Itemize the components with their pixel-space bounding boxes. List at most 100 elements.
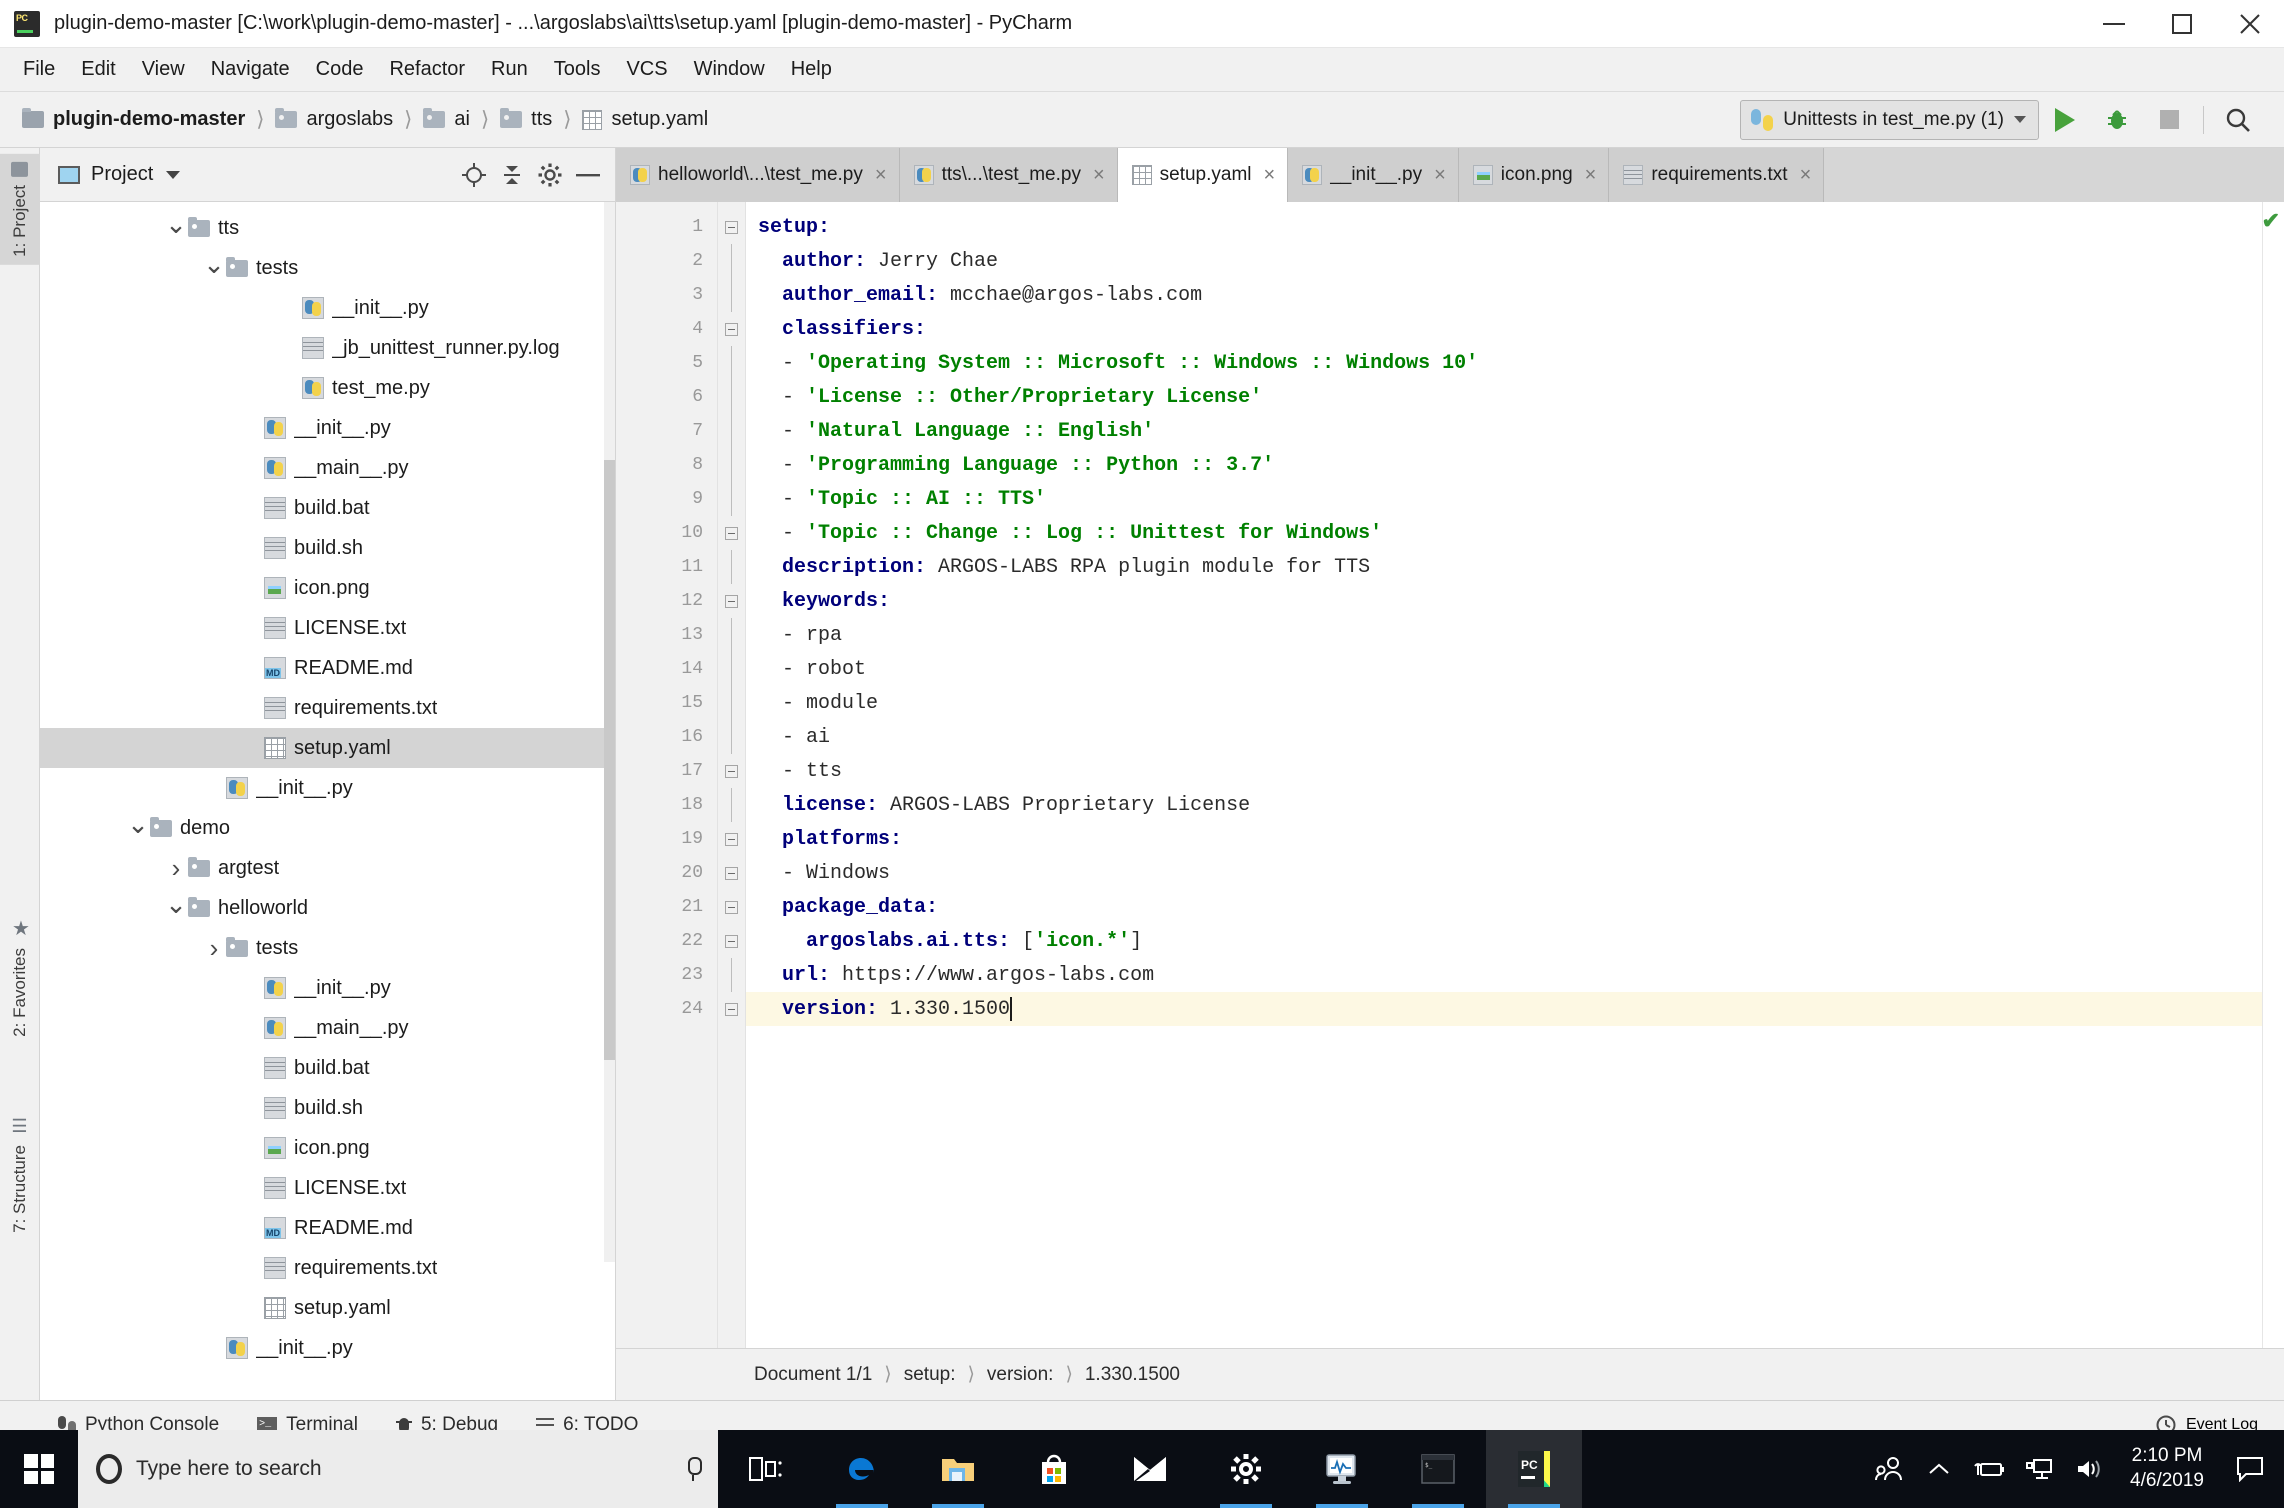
editor-tab[interactable]: requirements.txt × [1609, 148, 1825, 202]
close-button[interactable] [2216, 0, 2284, 47]
tree-item[interactable]: __init__.py [40, 968, 615, 1008]
code-line[interactable]: keywords: [746, 584, 2262, 618]
project-scrollbar-track[interactable] [604, 202, 615, 1262]
tree-item[interactable]: requirements.txt [40, 1248, 615, 1288]
settings-button[interactable] [533, 158, 567, 192]
project-scrollbar-thumb[interactable] [604, 460, 615, 1060]
chevron-down-icon[interactable]: ⌄ [126, 811, 150, 837]
menu-refactor[interactable]: Refactor [376, 54, 478, 85]
tree-item[interactable]: LICENSE.txt [40, 1168, 615, 1208]
tree-item[interactable]: test_me.py [40, 368, 615, 408]
code-line[interactable]: - 'Topic :: Change :: Log :: Unittest fo… [746, 516, 2262, 550]
tree-item[interactable]: ⌄ helloworld [40, 888, 615, 928]
doc-breadcrumb-setup[interactable]: setup: [904, 1364, 956, 1386]
tree-item[interactable]: build.sh [40, 1088, 615, 1128]
tree-item[interactable]: setup.yaml [40, 1288, 615, 1328]
microphone-icon[interactable] [686, 1457, 702, 1481]
sidebar-item-structure[interactable]: 7: Structure ☰ [0, 1108, 40, 1241]
fold-start-icon[interactable] [718, 890, 745, 924]
menu-file[interactable]: File [10, 54, 68, 85]
tree-item[interactable]: README.md [40, 648, 615, 688]
chevron-right-icon[interactable]: › [202, 933, 226, 964]
tree-item[interactable]: › tests [40, 928, 615, 968]
menu-vcs[interactable]: VCS [613, 54, 680, 85]
fold-end-icon[interactable] [718, 754, 745, 788]
fold-end-icon[interactable] [718, 516, 745, 550]
code-line[interactable]: author: Jerry Chae [746, 244, 2262, 278]
code-line[interactable]: - 'Programming Language :: Python :: 3.7… [746, 448, 2262, 482]
doc-breadcrumb-version-key[interactable]: version: [987, 1364, 1054, 1386]
close-icon[interactable]: × [1585, 164, 1597, 187]
taskbar-clock[interactable]: 2:10 PM 4/6/2019 [2116, 1444, 2218, 1493]
tree-item[interactable]: __main__.py [40, 1008, 615, 1048]
code-line[interactable]: - 'Operating System :: Microsoft :: Wind… [746, 346, 2262, 380]
code-line[interactable]: license: ARGOS-LABS Proprietary License [746, 788, 2262, 822]
code-line[interactable]: - module [746, 686, 2262, 720]
chevron-down-icon[interactable]: ⌄ [164, 211, 188, 237]
chevron-down-icon[interactable]: ⌄ [164, 891, 188, 917]
menu-navigate[interactable]: Navigate [198, 54, 303, 85]
chevron-down-icon[interactable]: ⌄ [202, 251, 226, 277]
tree-item[interactable]: __init__.py [40, 408, 615, 448]
pycharm-icon[interactable]: PC [1486, 1430, 1582, 1508]
tree-item[interactable]: ⌄ demo [40, 808, 615, 848]
code-line[interactable]: - robot [746, 652, 2262, 686]
close-icon[interactable]: × [875, 164, 887, 187]
file-explorer-icon[interactable] [910, 1430, 1006, 1508]
run-button[interactable] [2039, 100, 2091, 140]
tree-item[interactable]: setup.yaml [40, 728, 615, 768]
battery-charging-icon[interactable] [1966, 1430, 2012, 1508]
code-line[interactable]: - ai [746, 720, 2262, 754]
terminal-console-icon[interactable]: $_ [1390, 1430, 1486, 1508]
tree-item[interactable]: › argtest [40, 848, 615, 888]
locate-file-button[interactable] [457, 158, 491, 192]
volume-icon[interactable] [2066, 1430, 2112, 1508]
close-icon[interactable]: × [1800, 164, 1812, 187]
doc-breadcrumb-version-value[interactable]: 1.330.1500 [1085, 1364, 1180, 1386]
chevron-right-icon[interactable]: › [164, 853, 188, 884]
code-line[interactable]: - Windows [746, 856, 2262, 890]
breadcrumb-item-ai[interactable]: ai [423, 108, 470, 131]
fold-end-icon[interactable] [718, 924, 745, 958]
taskbar-search[interactable]: Type here to search [78, 1430, 718, 1508]
chevron-down-icon[interactable] [166, 170, 181, 179]
fold-start-icon[interactable] [718, 312, 745, 346]
search-everywhere-button[interactable] [2212, 100, 2264, 140]
editor-marker-strip[interactable]: ✔ [2262, 202, 2284, 1348]
tree-item[interactable]: ⌄ tts [40, 208, 615, 248]
tree-item[interactable]: ⌄ tests [40, 248, 615, 288]
tree-item[interactable]: build.bat [40, 488, 615, 528]
tree-item[interactable]: build.sh [40, 528, 615, 568]
task-view-icon[interactable] [718, 1430, 814, 1508]
menu-view[interactable]: View [129, 54, 198, 85]
mail-icon[interactable] [1102, 1430, 1198, 1508]
code-line[interactable]: - tts [746, 754, 2262, 788]
fold-start-icon[interactable] [718, 822, 745, 856]
fold-end-icon[interactable] [718, 856, 745, 890]
editor-tab[interactable]: __init__.py × [1288, 148, 1459, 202]
editor-tab[interactable]: icon.png × [1458, 148, 1610, 202]
start-button[interactable] [0, 1430, 78, 1508]
tree-item[interactable]: icon.png [40, 1128, 615, 1168]
menu-code[interactable]: Code [303, 54, 377, 85]
tree-item[interactable]: LICENSE.txt [40, 608, 615, 648]
people-icon[interactable] [1866, 1430, 1912, 1508]
sidebar-item-favorites[interactable]: 2: Favorites ★ [0, 908, 40, 1045]
tree-item[interactable]: _jb_unittest_runner.py.log [40, 328, 615, 368]
code-line[interactable]: - 'Topic :: AI :: TTS' [746, 482, 2262, 516]
breadcrumb-item-argoslabs[interactable]: argoslabs [275, 108, 393, 131]
tree-item[interactable]: __main__.py [40, 448, 615, 488]
editor-tab[interactable]: tts\...\test_me.py × [899, 148, 1118, 202]
action-center-button[interactable] [2222, 1430, 2278, 1508]
close-icon[interactable]: × [1264, 164, 1276, 187]
code-line[interactable]: package_data: [746, 890, 2262, 924]
breadcrumb-item-project[interactable]: plugin-demo-master [22, 108, 245, 131]
code-line[interactable]: version: 1.330.1500 [746, 992, 2262, 1026]
tree-item[interactable]: requirements.txt [40, 688, 615, 728]
hide-panel-button[interactable] [571, 158, 605, 192]
stop-button[interactable] [2143, 100, 2195, 140]
menu-tools[interactable]: Tools [541, 54, 614, 85]
code-line[interactable]: description: ARGOS-LABS RPA plugin modul… [746, 550, 2262, 584]
tree-item[interactable]: icon.png [40, 568, 615, 608]
minimize-button[interactable] [2080, 0, 2148, 47]
